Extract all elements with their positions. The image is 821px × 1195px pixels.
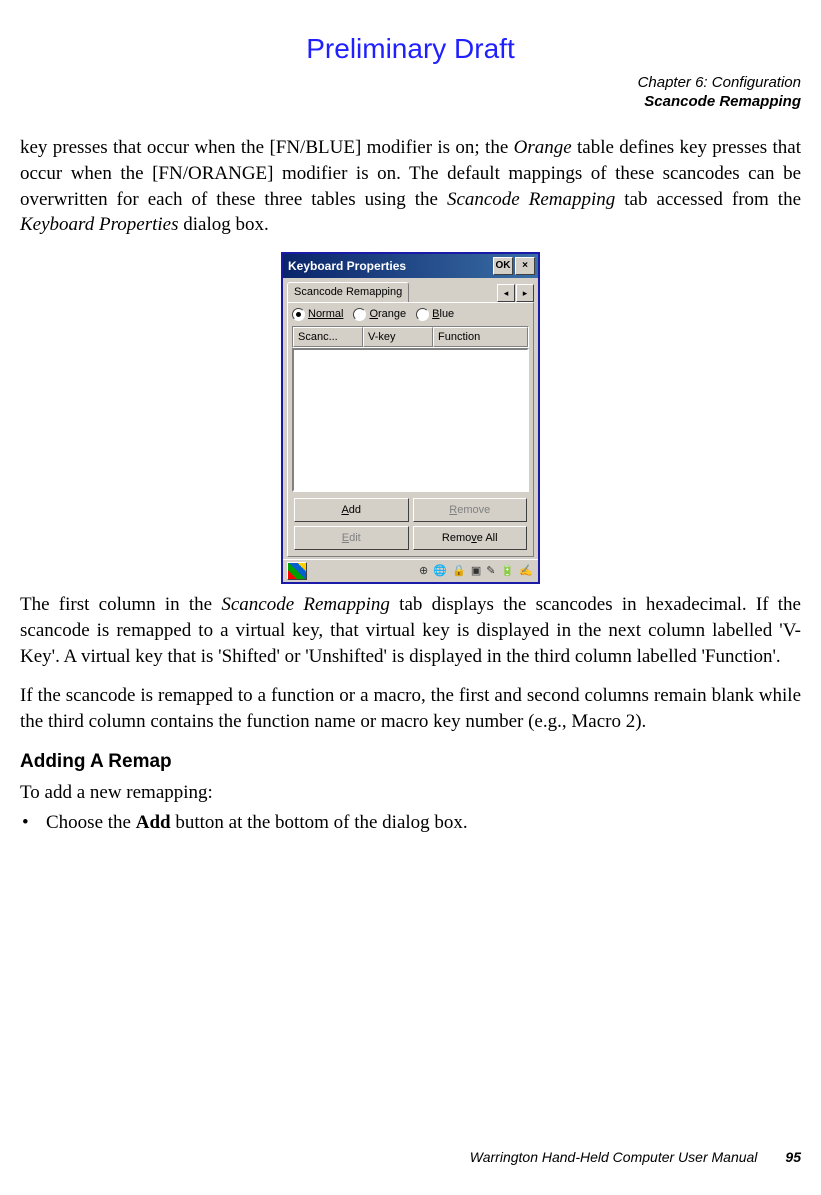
keyboard-properties-dialog: Keyboard Properties OK × Scancode Remapp… bbox=[281, 252, 540, 585]
radio-blue[interactable]: Blue bbox=[416, 307, 454, 322]
text-run-italic: Scancode Remapping bbox=[221, 594, 390, 615]
text-run: Choose the bbox=[46, 812, 136, 833]
tab-scroll-left-button[interactable]: ◂ bbox=[497, 284, 515, 302]
system-tray: ⊕ 🌐 🔒 ▣ ✎ 🔋 ✍ bbox=[419, 564, 534, 579]
radio-label: Blue bbox=[432, 307, 454, 322]
tab-scancode-remapping[interactable]: Scancode Remapping bbox=[287, 282, 409, 302]
chapter-line: Chapter 6: Configuration bbox=[20, 74, 801, 93]
paragraph-3: If the scancode is remapped to a functio… bbox=[20, 683, 801, 734]
radio-icon bbox=[292, 308, 305, 321]
column-header-scancode[interactable]: Scanc... bbox=[293, 327, 363, 348]
chapter-header: Chapter 6: Configuration Scancode Remapp… bbox=[20, 74, 801, 112]
dialog-title: Keyboard Properties bbox=[286, 258, 406, 274]
start-button[interactable] bbox=[287, 562, 307, 580]
page-footer: Warrington Hand-Held Computer User Manua… bbox=[20, 1148, 801, 1167]
text-run: The first column in the bbox=[20, 594, 221, 615]
remove-button[interactable]: Remove bbox=[413, 498, 528, 522]
paragraph-2: The first column in the Scancode Remappi… bbox=[20, 592, 801, 669]
close-button[interactable]: × bbox=[515, 257, 535, 275]
remove-all-button[interactable]: Remove All bbox=[413, 526, 528, 550]
radio-icon bbox=[353, 308, 366, 321]
radio-normal[interactable]: Normal bbox=[292, 307, 343, 322]
text-run: tab accessed from the bbox=[615, 189, 801, 210]
paragraph-4: To add a new remapping: bbox=[20, 780, 801, 806]
taskbar: ⊕ 🌐 🔒 ▣ ✎ 🔋 ✍ bbox=[283, 559, 538, 582]
remap-listbox[interactable] bbox=[292, 348, 529, 492]
column-header-vkey[interactable]: V-key bbox=[363, 327, 433, 348]
footer-manual-title: Warrington Hand-Held Computer User Manua… bbox=[470, 1148, 758, 1167]
text-run-italic: Keyboard Properties bbox=[20, 214, 179, 235]
text-run-italic: Orange bbox=[514, 137, 572, 158]
radio-icon bbox=[416, 308, 429, 321]
heading-adding-a-remap: Adding A Remap bbox=[20, 749, 801, 775]
text-run-bold: Add bbox=[136, 812, 171, 833]
dialog-titlebar: Keyboard Properties OK × bbox=[283, 254, 538, 278]
text-run: button at the bottom of the dialog box. bbox=[171, 812, 468, 833]
text-run: key presses that occur when the [FN/BLUE… bbox=[20, 137, 514, 158]
text-run-italic: Scancode Remapping bbox=[447, 189, 615, 210]
bullet-item: Choose the Add button at the bottom of t… bbox=[46, 810, 801, 836]
add-button[interactable]: Add bbox=[294, 498, 409, 522]
radio-orange[interactable]: Orange bbox=[353, 307, 406, 322]
tab-scroll-right-button[interactable]: ▸ bbox=[516, 284, 534, 302]
edit-button[interactable]: Edit bbox=[294, 526, 409, 550]
column-header-function[interactable]: Function bbox=[433, 327, 528, 348]
draft-watermark: Preliminary Draft bbox=[20, 30, 801, 68]
ok-button[interactable]: OK bbox=[493, 257, 513, 275]
footer-page-number: 95 bbox=[785, 1148, 801, 1167]
paragraph-1: key presses that occur when the [FN/BLUE… bbox=[20, 135, 801, 238]
list-header-row: Scanc... V-key Function bbox=[292, 326, 529, 349]
radio-label: Orange bbox=[369, 307, 406, 322]
radio-label: Normal bbox=[308, 307, 343, 322]
text-run: dialog box. bbox=[179, 214, 269, 235]
chapter-subtitle: Scancode Remapping bbox=[20, 93, 801, 112]
